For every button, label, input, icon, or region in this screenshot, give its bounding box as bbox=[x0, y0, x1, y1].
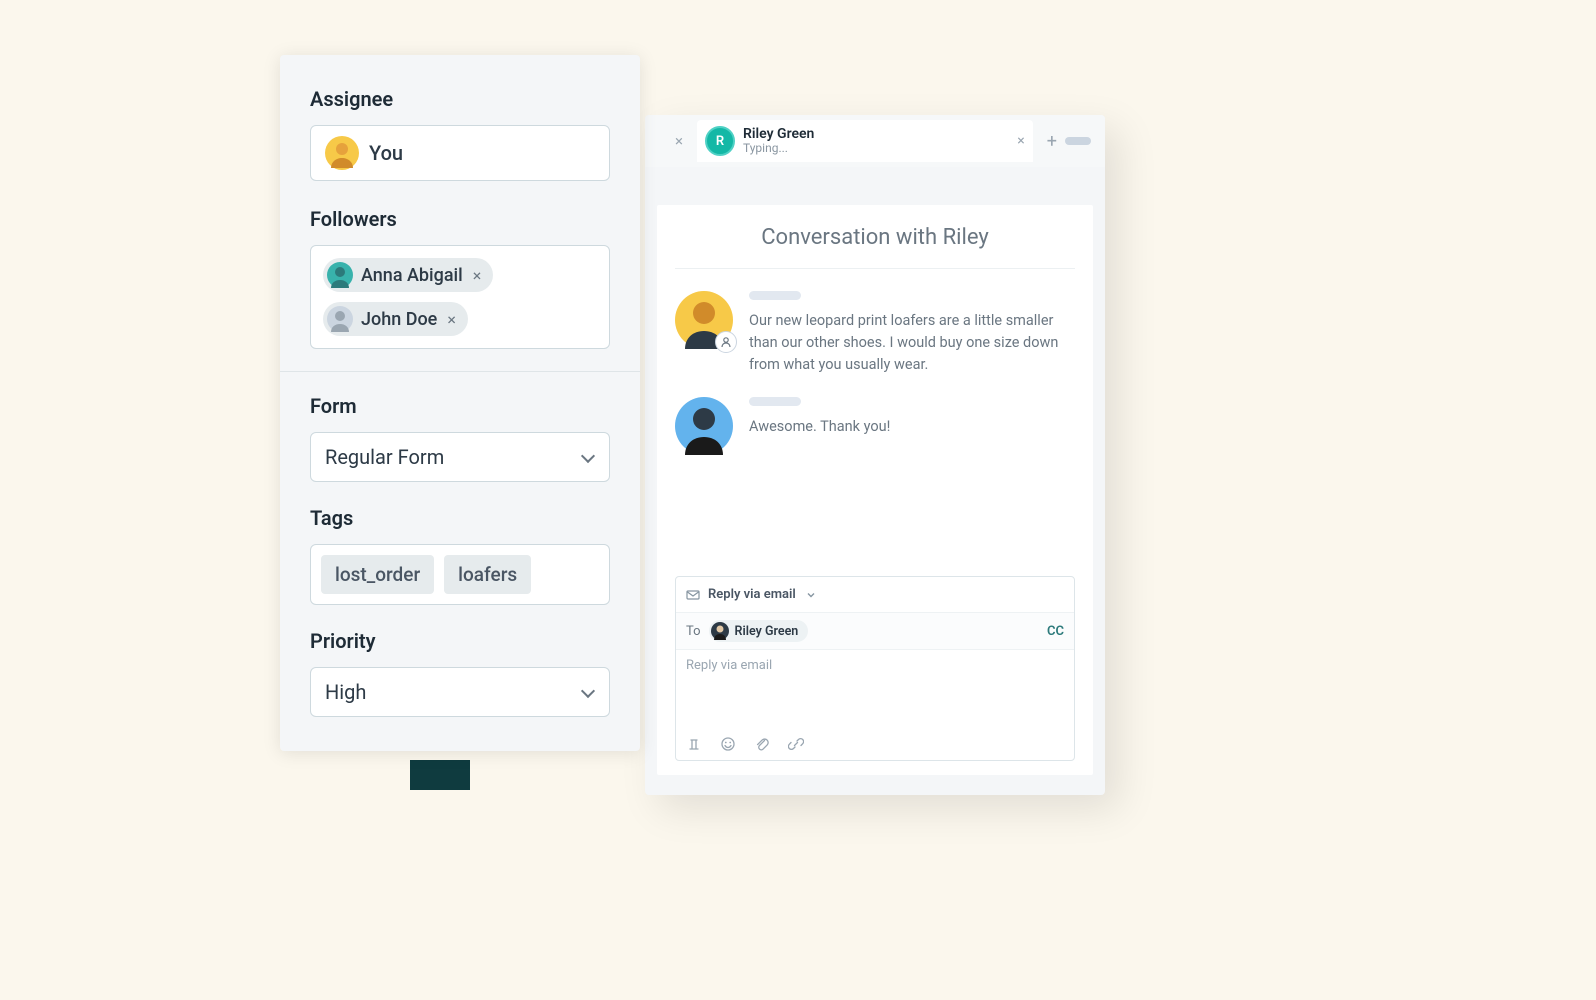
text-format-icon[interactable] bbox=[686, 736, 702, 752]
recipient-name: Riley Green bbox=[735, 624, 799, 639]
follower-avatar bbox=[327, 306, 353, 332]
conversation-panel: × R Riley Green Typing... × + Conversati… bbox=[645, 115, 1105, 795]
composer-body bbox=[676, 650, 1074, 728]
form-label: Form bbox=[310, 394, 610, 418]
agent-badge-icon bbox=[715, 331, 737, 353]
conversation-title: Conversation with Riley bbox=[675, 225, 1075, 269]
add-tab-icon[interactable]: + bbox=[1047, 131, 1057, 152]
reply-textarea[interactable] bbox=[686, 658, 1064, 720]
chevron-down-icon bbox=[581, 685, 595, 699]
assignee-field[interactable]: You bbox=[310, 125, 610, 181]
message-avatar-wrap bbox=[675, 397, 733, 455]
conversation-tabs: × R Riley Green Typing... × + bbox=[645, 115, 1105, 167]
form-select[interactable]: Regular Form bbox=[310, 432, 610, 482]
tab-avatar-initial: R bbox=[716, 134, 724, 149]
chevron-down-icon bbox=[581, 450, 595, 464]
follower-chip: Anna Abigail × bbox=[323, 258, 493, 292]
customer-avatar bbox=[675, 397, 733, 455]
priority-value: High bbox=[325, 680, 366, 704]
email-icon bbox=[686, 588, 700, 602]
ticket-properties-panel: Assignee You Followers Anna Abigail × Jo… bbox=[280, 55, 640, 751]
tags-label: Tags bbox=[310, 506, 610, 530]
conversation-body: Conversation with Riley Our new leopard … bbox=[657, 205, 1093, 775]
divider bbox=[280, 371, 640, 372]
remove-follower-icon[interactable]: × bbox=[445, 310, 458, 329]
new-tab-area: + bbox=[1039, 131, 1099, 152]
assignee-avatar bbox=[325, 136, 359, 170]
followers-field[interactable]: Anna Abigail × John Doe × bbox=[310, 245, 610, 349]
tab-avatar: R bbox=[705, 126, 735, 156]
tab-placeholder bbox=[1065, 137, 1091, 145]
to-recipient-chip[interactable]: Riley Green bbox=[709, 620, 809, 642]
followers-label: Followers bbox=[310, 207, 610, 231]
tab-contact-name: Riley Green bbox=[743, 126, 814, 142]
message-sender-placeholder bbox=[749, 397, 801, 406]
tag-chip[interactable]: loafers bbox=[444, 555, 531, 594]
active-tab[interactable]: R Riley Green Typing... × bbox=[697, 120, 1033, 162]
background-stub bbox=[410, 760, 470, 790]
close-tab-icon[interactable]: × bbox=[1017, 133, 1024, 149]
composer-to-row: To Riley Green CC bbox=[676, 612, 1074, 650]
link-icon[interactable] bbox=[788, 736, 804, 752]
recipient-avatar bbox=[711, 622, 729, 640]
remove-follower-icon[interactable]: × bbox=[471, 266, 484, 285]
previous-tab[interactable]: × bbox=[651, 126, 691, 156]
to-label: To bbox=[686, 624, 701, 639]
close-tab-icon[interactable]: × bbox=[675, 132, 683, 150]
message-text: Our new leopard print loafers are a litt… bbox=[749, 310, 1075, 375]
assignee-label: Assignee bbox=[310, 87, 610, 111]
reply-composer: Reply via email To Riley Green CC bbox=[675, 576, 1075, 761]
assignee-value: You bbox=[369, 141, 403, 165]
tags-field[interactable]: lost_order loafers bbox=[310, 544, 610, 605]
tag-chip[interactable]: lost_order bbox=[321, 555, 434, 594]
composer-toolbar bbox=[676, 728, 1074, 760]
tab-contact-status: Typing... bbox=[743, 142, 814, 156]
chevron-down-icon bbox=[806, 585, 816, 604]
priority-label: Priority bbox=[310, 629, 610, 653]
emoji-icon[interactable] bbox=[720, 736, 736, 752]
attachment-icon[interactable] bbox=[754, 736, 770, 752]
composer-mode-label: Reply via email bbox=[708, 587, 796, 602]
form-value: Regular Form bbox=[325, 445, 444, 469]
follower-name: John Doe bbox=[361, 309, 437, 330]
message-row: Awesome. Thank you! bbox=[675, 397, 1075, 455]
follower-avatar bbox=[327, 262, 353, 288]
composer-mode-selector[interactable]: Reply via email bbox=[676, 577, 1074, 612]
message-row: Our new leopard print loafers are a litt… bbox=[675, 291, 1075, 375]
priority-select[interactable]: High bbox=[310, 667, 610, 717]
cc-button[interactable]: CC bbox=[1047, 624, 1064, 639]
message-text: Awesome. Thank you! bbox=[749, 416, 1075, 438]
message-avatar-wrap bbox=[675, 291, 733, 349]
follower-chip: John Doe × bbox=[323, 302, 468, 336]
message-sender-placeholder bbox=[749, 291, 801, 300]
follower-name: Anna Abigail bbox=[361, 265, 463, 286]
